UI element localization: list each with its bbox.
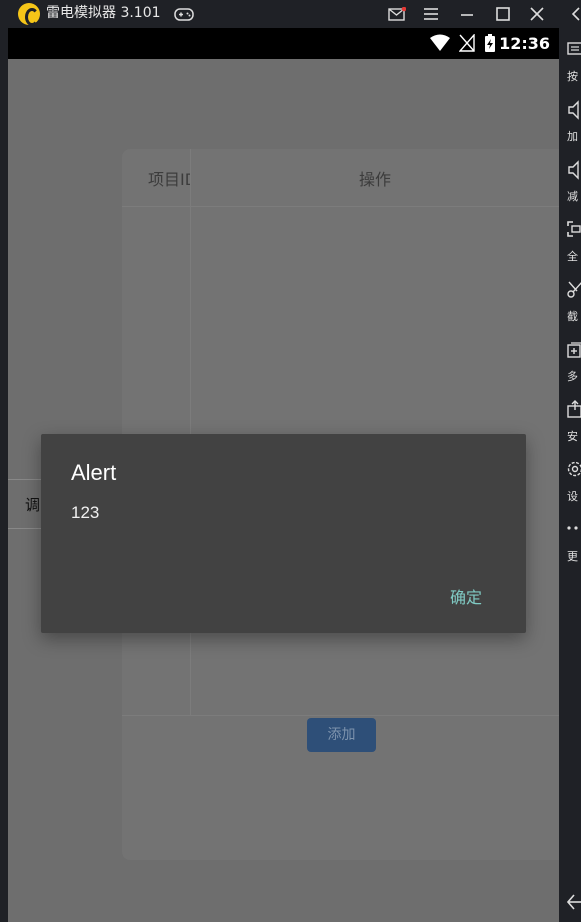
back-arrow-icon (567, 894, 581, 910)
sidebar-label: 减 (567, 190, 578, 203)
sidebar-item-more[interactable]: 更 (559, 520, 581, 570)
dialog-message: 123 (71, 503, 100, 522)
emulator-window: 雷电模拟器 3.101 12:36 项目ID 操作 调 添加 Alert 123… (0, 0, 581, 922)
app-logo-icon (18, 3, 40, 26)
status-time: 12:36 (499, 34, 550, 53)
sidebar-label: 设 (567, 490, 578, 503)
confirm-button[interactable]: 确定 (450, 584, 482, 608)
sidebar-item-volume-up[interactable]: 加 (559, 100, 581, 150)
column-header-operations: 操作 (359, 170, 392, 189)
settings-icon (567, 461, 581, 477)
no-signal-icon (458, 33, 475, 56)
tool-sidebar: 按 加 减 全 截 多 安 设 更 (559, 0, 581, 922)
minimize-icon[interactable] (454, 0, 480, 28)
gamepad-icon[interactable] (173, 3, 195, 25)
sidebar-item-install-apk[interactable]: 安 (559, 400, 581, 450)
sidebar-label: 加 (567, 130, 578, 143)
sidebar-item-screenshot[interactable]: 截 (559, 280, 581, 330)
wifi-icon (429, 34, 451, 56)
sidebar-label: 更 (567, 550, 578, 563)
sidebar-item-volume-down[interactable]: 减 (559, 160, 581, 210)
sidebar-item-fullscreen[interactable]: 全 (559, 220, 581, 270)
collapse-icon (571, 7, 580, 21)
keyboard-icon (567, 42, 581, 55)
battery-charging-icon (484, 34, 496, 57)
close-icon[interactable] (524, 0, 550, 28)
title-bar: 雷电模拟器 3.101 (0, 0, 581, 28)
sidebar-label: 截 (567, 310, 578, 323)
collapse-sidebar-button[interactable] (559, 0, 581, 28)
side-button[interactable]: 调 (8, 479, 44, 529)
multi-instance-icon (567, 342, 581, 358)
back-button[interactable] (559, 890, 581, 918)
sidebar-label: 多 (567, 370, 578, 383)
app-screen: 项目ID 操作 调 添加 Alert 123 确定 (8, 59, 559, 922)
sidebar-label: 安 (567, 430, 578, 443)
menu-icon[interactable] (418, 0, 444, 28)
scissors-icon (567, 281, 581, 298)
sidebar-label: 按 (567, 70, 578, 83)
table-header: 项目ID 操作 (122, 149, 559, 207)
add-button[interactable]: 添加 (307, 718, 376, 752)
window-title: 雷电模拟器 3.101 (46, 5, 161, 21)
alert-dialog: Alert 123 确定 (41, 434, 526, 633)
side-button-label: 调 (25, 496, 41, 514)
sidebar-label: 全 (567, 250, 578, 263)
android-status-bar: 12:36 (8, 28, 559, 59)
mail-icon[interactable] (384, 0, 410, 28)
column-header-project-id: 项目ID (148, 170, 191, 189)
table-bottom-border (122, 715, 559, 716)
volume-down-icon (568, 160, 579, 180)
fullscreen-icon (567, 221, 581, 237)
sidebar-item-keyboard[interactable]: 按 (559, 40, 581, 90)
volume-up-icon (568, 100, 579, 120)
sidebar-item-settings[interactable]: 设 (559, 460, 581, 510)
maximize-icon[interactable] (490, 0, 516, 28)
more-icon (567, 526, 578, 530)
dialog-title: Alert (71, 460, 117, 485)
sidebar-item-multi-instance[interactable]: 多 (559, 340, 581, 390)
install-apk-icon (567, 400, 581, 418)
